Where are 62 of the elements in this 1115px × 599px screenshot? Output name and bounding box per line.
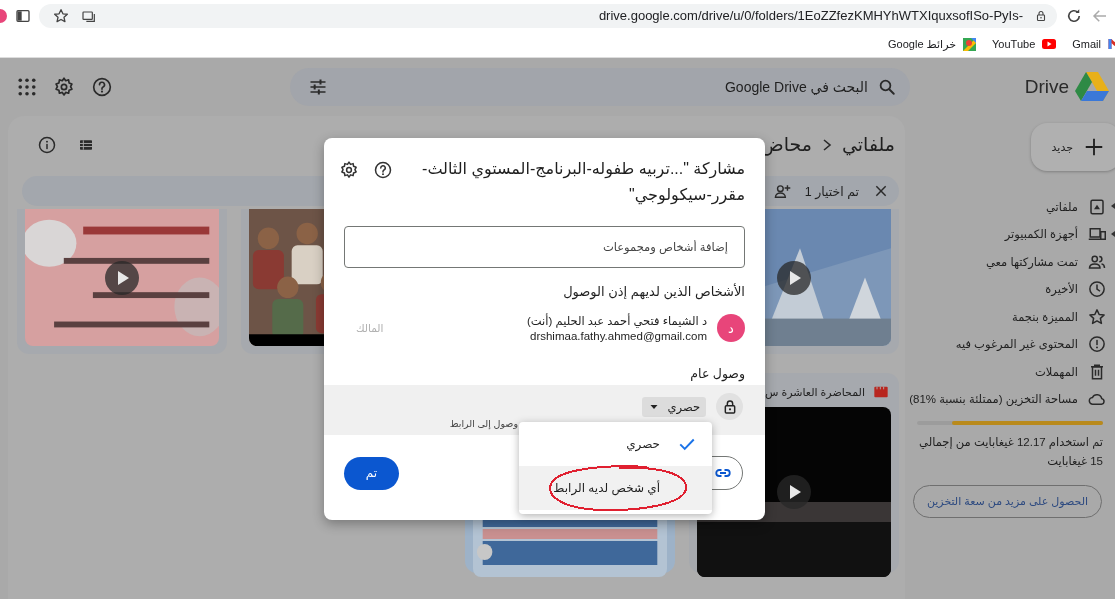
people-heading: الأشخاص الذين لديهم إذن الوصول [562, 284, 745, 299]
close-icon[interactable] [873, 183, 889, 199]
help-icon[interactable] [374, 161, 392, 179]
selection-count: تم اختيار 1 [804, 183, 859, 199]
dialog-title: مشاركة "...تربيه طفوله-البرنامج-المستوي الثالث-مقرر-سيكولوجي" [421, 159, 745, 207]
access-description: وصول إلى الرابط [448, 418, 518, 429]
filter-icon[interactable] [308, 77, 328, 97]
expand-arrow-icon[interactable] [1111, 230, 1115, 237]
help-icon[interactable] [92, 77, 112, 97]
address-bar[interactable]: drive.google.com/drive/u/0/folders/1EoZZfezKMHYhWTXIquxsofISo-PyIs- [39, 3, 1057, 28]
sidebar-item[interactable]: مساحة التخزين (ممتلئة بنسبة %81) [905, 385, 1115, 413]
add-people-field[interactable]: إضافة أشخاص ومجموعات [344, 226, 745, 268]
done-button[interactable]: تم [344, 456, 399, 490]
video-file-icon [873, 384, 889, 400]
sidebar-item[interactable]: ملفاتي [905, 193, 1115, 221]
storage-usage: تم استخدام 12.17 غيغابايت من إجمالي 15 غيغابايت [918, 435, 1103, 469]
share-person-icon[interactable] [773, 182, 791, 200]
sidebar-item[interactable]: المهملات [905, 358, 1115, 386]
play-icon[interactable] [777, 260, 811, 295]
star-icon[interactable] [53, 7, 69, 24]
bookmark[interactable]: Gmail [1072, 38, 1115, 50]
person-email: drshimaa.fathy.ahmed@gmail.com [529, 330, 707, 342]
file-name: المحاضرة العاشرة س [764, 385, 865, 399]
sidebar-icon[interactable] [15, 7, 31, 24]
bookmark[interactable]: YouTube [992, 38, 1057, 50]
sidebar-item[interactable]: المحتوى غير المرغوب فيه [905, 330, 1115, 358]
expand-arrow-icon[interactable] [1111, 203, 1115, 209]
url-text: drive.google.com/drive/u/0/folders/1EoZZfezKMHYhWTXIquxsofISo-PyIs- [597, 8, 1023, 23]
play-icon[interactable] [777, 475, 811, 509]
access-lock-icon [716, 393, 743, 420]
menu-option[interactable]: أي شخص لديه الرابط [519, 466, 712, 510]
recent-icon [1088, 280, 1106, 299]
sidebar-item[interactable]: الأخيرة [905, 275, 1115, 303]
sidebar-item[interactable]: تمت مشاركتها معي [905, 248, 1115, 276]
youtube-icon [1042, 39, 1057, 49]
apps-icon[interactable] [18, 78, 36, 96]
play-icon[interactable] [105, 260, 139, 295]
search-bar[interactable]: البحث في Google Drive [290, 68, 910, 106]
breadcrumb-item[interactable]: ملفاتي [842, 133, 895, 156]
info-icon[interactable] [38, 135, 56, 154]
trash-icon [1088, 362, 1106, 381]
sidebar-item[interactable]: المميزة بنجمة [905, 303, 1115, 331]
access-dropdown[interactable]: حصري [641, 396, 706, 417]
new-button[interactable]: جديد [1031, 123, 1115, 171]
plus-icon [1083, 136, 1105, 158]
settings-icon[interactable] [54, 77, 74, 97]
person-name: د الشيماء فتحي أحمد عبد الحليم (أنت) [527, 314, 707, 328]
chevron-icon [822, 138, 832, 151]
lock-icon [1035, 9, 1047, 22]
map-icon [963, 37, 977, 51]
drive-icon [1088, 197, 1106, 216]
star-icon [1088, 307, 1106, 326]
app-name: Drive [1024, 76, 1069, 98]
avatar: د [717, 314, 745, 342]
search-field[interactable]: البحث في Google Drive [338, 72, 868, 102]
sidebar-item[interactable]: أجهزة الكمبيوتر [905, 220, 1115, 248]
drive-logo-icon [1075, 72, 1109, 102]
search-icon[interactable] [878, 78, 896, 96]
settings-icon[interactable] [340, 161, 358, 179]
bookmark[interactable]: خرائط Google [888, 37, 977, 51]
spam-icon [1088, 335, 1106, 354]
role-label: المالك [356, 322, 384, 334]
